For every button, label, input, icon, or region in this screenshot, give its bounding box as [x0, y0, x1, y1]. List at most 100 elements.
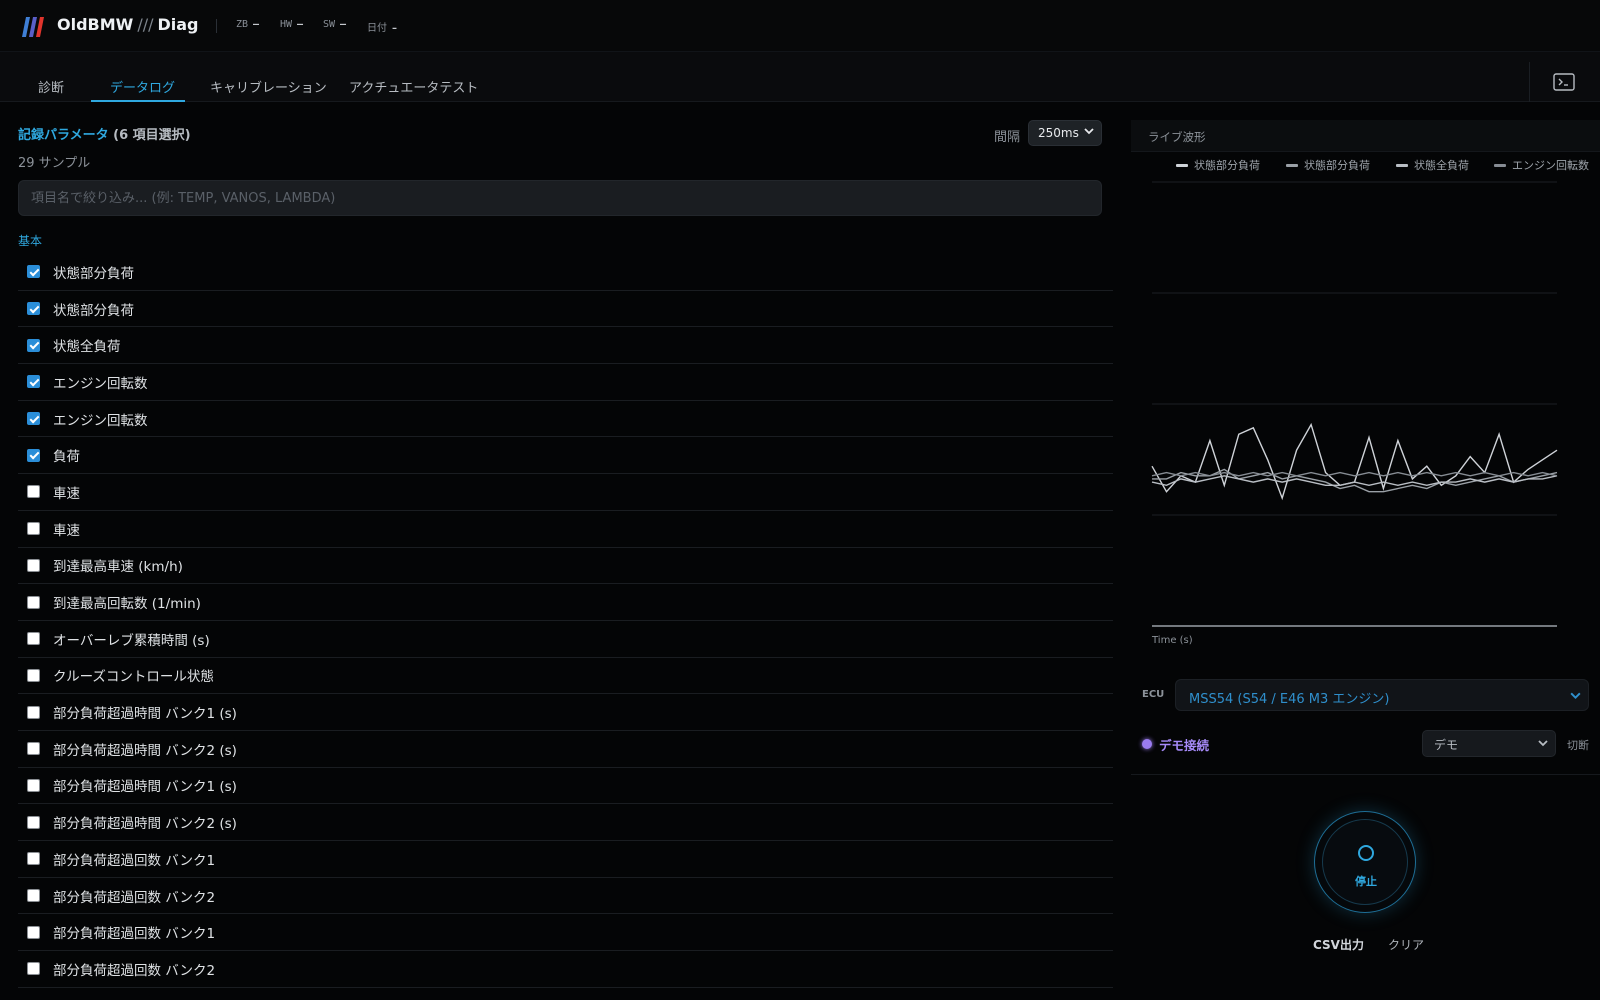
param-list: 状態部分負荷 状態部分負荷 状態全負荷 エンジン回転数 エンジン回転数 負荷 車速 車速 到達最… [18, 254, 1113, 988]
param-label: 到達最高回転数 (1/min) [53, 596, 201, 613]
param-label: 状態部分負荷 [53, 265, 134, 282]
param-row[interactable]: 状態部分負荷 [18, 291, 1113, 328]
chevron-down-icon [1570, 692, 1581, 700]
param-row[interactable]: 負荷 [18, 437, 1113, 475]
param-checkbox[interactable] [27, 558, 40, 572]
param-row[interactable]: 部分負荷超過回数 バンク1 [18, 914, 1113, 952]
param-label: 状態全負荷 [53, 339, 121, 356]
logo-icon [22, 17, 44, 37]
wave-title: ライブ波形 [1148, 130, 1206, 144]
params-title: 記録パラメータ (6 項目選択) [18, 124, 191, 143]
param-checkbox[interactable] [27, 595, 40, 609]
param-label: 車速 [53, 485, 80, 502]
param-row[interactable]: 到達最高車速 (km/h) [18, 548, 1113, 585]
interval-label: 間隔 [994, 130, 1021, 145]
connection-status: デモ接続 [1159, 738, 1210, 753]
param-row[interactable]: 部分負荷超過時間 バンク2 (s) [18, 731, 1113, 768]
mode-select[interactable]: デモ [1422, 730, 1556, 757]
legend-swatch [1494, 163, 1506, 167]
ecu-select[interactable]: MSS54 (S54 / E46 M3 エンジン) [1175, 679, 1589, 711]
param-label: 部分負荷超過時間 バンク2 (s) [53, 742, 237, 759]
param-row[interactable]: 状態全負荷 [18, 327, 1113, 365]
param-label: 負荷 [53, 449, 80, 466]
record-icon [1358, 845, 1374, 861]
param-row[interactable]: 車速 [18, 511, 1113, 548]
legend-label: 状態全負荷 [1414, 159, 1469, 172]
param-checkbox[interactable] [27, 925, 40, 939]
param-checkbox[interactable] [27, 338, 40, 352]
param-label: 部分負荷超過時間 バンク1 (s) [53, 779, 237, 796]
param-checkbox[interactable] [27, 522, 40, 536]
param-label: 部分負荷超過時間 バンク2 (s) [53, 816, 237, 833]
param-label: エンジン回転数 [53, 375, 148, 392]
terminal-icon[interactable] [1553, 73, 1575, 91]
stop-label: 停止 [1355, 875, 1377, 888]
tab-diagnosis[interactable]: 診断 [38, 77, 64, 96]
param-checkbox[interactable] [27, 668, 40, 682]
legend-swatch [1396, 163, 1408, 167]
param-row[interactable]: オーバーレブ累積時間 (s) [18, 621, 1113, 658]
disconnect-button[interactable]: 切断 [1567, 737, 1589, 753]
param-checkbox[interactable] [27, 485, 40, 499]
tab-calibration[interactable]: キャリブレーション [210, 77, 327, 96]
stop-button[interactable]: 停止 [1314, 811, 1416, 913]
param-row[interactable]: エンジン回転数 [18, 401, 1113, 438]
param-checkbox[interactable] [27, 742, 40, 756]
legend-label: 状態部分負荷 [1194, 159, 1260, 172]
csv-export-button[interactable]: CSV出力 [1313, 936, 1364, 953]
filter-input[interactable] [18, 180, 1102, 216]
ecu-value: MSS54 (S54 / E46 M3 エンジン) [1189, 692, 1390, 707]
param-row[interactable]: 車速 [18, 474, 1113, 511]
active-tab-indicator [91, 100, 185, 102]
param-row[interactable]: 部分負荷超過回数 バンク2 [18, 951, 1113, 988]
param-checkbox[interactable] [27, 412, 40, 426]
param-row[interactable]: 部分負荷超過時間 バンク1 (s) [18, 768, 1113, 805]
interval-select[interactable]: 250ms [1028, 120, 1102, 146]
header-separator [216, 19, 217, 33]
param-checkbox[interactable] [27, 705, 40, 719]
param-label: 部分負荷超過時間 バンク1 (s) [53, 706, 237, 723]
param-checkbox[interactable] [27, 632, 40, 646]
param-label: 部分負荷超過回数 バンク1 [53, 926, 216, 943]
param-checkbox[interactable] [27, 889, 40, 903]
hw-stat: HW – [280, 19, 304, 30]
clear-button[interactable]: クリア [1388, 936, 1424, 953]
chevron-down-icon [1538, 740, 1548, 747]
x-axis-label: Time (s) [1151, 635, 1193, 646]
param-row[interactable]: 到達最高回転数 (1/min) [18, 584, 1113, 621]
live-wave-chart: Time (s) [1151, 181, 1558, 646]
param-label: 状態部分負荷 [53, 302, 134, 319]
param-label: 部分負荷超過回数 バンク2 [53, 889, 216, 906]
right-panel-divider [1131, 774, 1600, 775]
param-label: クルーズコントロール状態 [53, 669, 214, 686]
tab-actuator-test[interactable]: アクチュエータテスト [349, 77, 478, 96]
param-row[interactable]: 部分負荷超過回数 バンク1 [18, 841, 1113, 878]
param-label: エンジン回転数 [53, 412, 148, 429]
param-row[interactable]: 部分負荷超過回数 バンク2 [18, 878, 1113, 915]
legend-swatch [1286, 163, 1298, 167]
param-row[interactable]: 部分負荷超過時間 バンク1 (s) [18, 694, 1113, 731]
param-checkbox[interactable] [27, 962, 40, 976]
ecu-label: ECU [1142, 689, 1165, 700]
group-label-basic: 基本 [18, 234, 43, 248]
tab-datalog[interactable]: データログ [110, 77, 175, 96]
param-row[interactable]: エンジン回転数 [18, 364, 1113, 401]
legend-label: エンジン回転数 [1512, 159, 1589, 172]
app-header: OldBMW///Diag ZB – HW – SW – 日付 – [0, 0, 1600, 52]
app-suffix: Diag [157, 15, 199, 34]
param-checkbox[interactable] [27, 302, 40, 316]
param-checkbox[interactable] [27, 778, 40, 792]
param-row[interactable]: クルーズコントロール状態 [18, 658, 1113, 695]
param-row[interactable]: 状態部分負荷 [18, 254, 1113, 291]
param-row[interactable]: 部分負荷超過時間 バンク2 (s) [18, 804, 1113, 841]
param-checkbox[interactable] [27, 375, 40, 389]
mode-value: デモ [1434, 738, 1459, 752]
param-checkbox[interactable] [27, 265, 40, 279]
params-title-label: 記録パラメータ [18, 128, 109, 143]
sample-count: 29 サンプル [18, 156, 91, 171]
param-checkbox[interactable] [27, 448, 40, 462]
zb-stat: ZB – [236, 19, 260, 30]
param-checkbox[interactable] [27, 852, 40, 866]
param-checkbox[interactable] [27, 815, 40, 829]
sw-stat: SW – [323, 19, 347, 30]
